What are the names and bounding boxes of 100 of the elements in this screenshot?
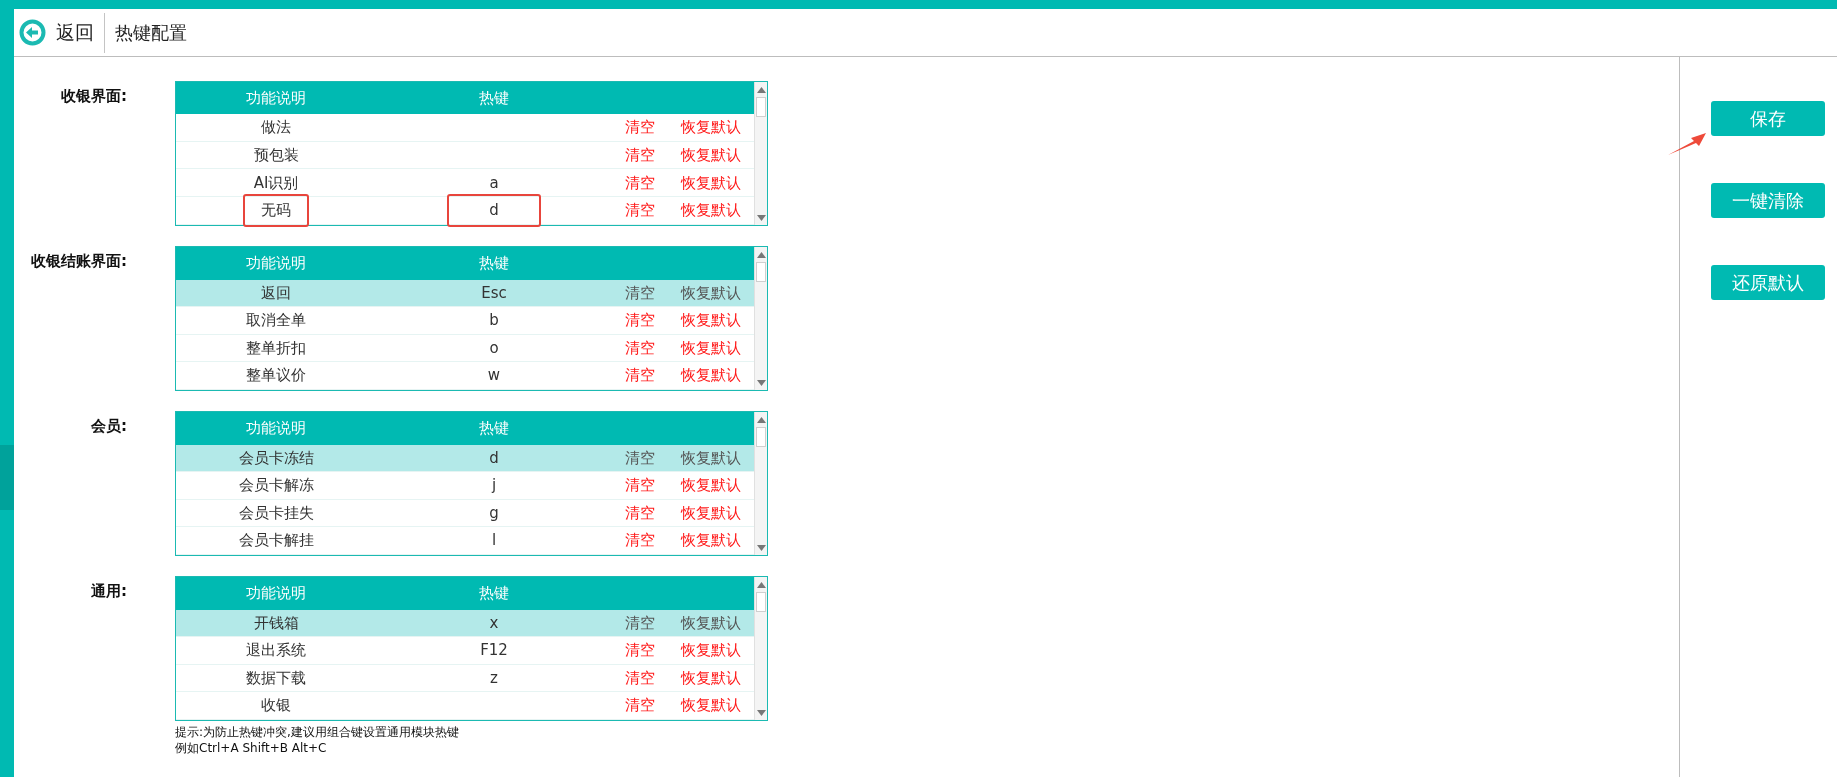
arrow-up-icon[interactable] [756,416,766,423]
scrollbar-thumb[interactable] [756,262,766,282]
function-name: 会员卡冻结 [238,447,314,469]
clear-link[interactable]: 清空 [625,281,655,305]
action-button[interactable]: 保存 [1711,101,1825,136]
column-header: 功能说明 [246,418,306,439]
arrow-up-icon[interactable] [756,251,766,258]
function-name: 会员卡解冻 [238,475,314,497]
clear-link[interactable]: 清空 [625,116,655,139]
clear-link[interactable]: 清空 [625,474,655,497]
sidebar-highlight [0,445,14,510]
function-name: 预包装 [253,144,299,166]
reset-default-link[interactable]: 恢复默认 [681,199,741,222]
reset-default-link[interactable]: 恢复默认 [681,639,741,662]
column-header: 功能说明 [246,87,306,109]
function-name: 无码 [243,194,309,227]
column-header: 功能说明 [246,583,306,604]
reset-default-link[interactable]: 恢复默认 [681,336,741,360]
reset-default-link[interactable]: 恢复默认 [681,474,741,497]
function-name: AI识别 [253,172,299,194]
table-row[interactable]: 返回 Esc 清空 恢复默认 [176,279,754,308]
function-name: 会员卡解挂 [238,530,314,552]
clear-link[interactable]: 清空 [625,639,655,662]
clear-link[interactable]: 清空 [625,694,655,717]
arrow-up-icon[interactable] [756,581,766,588]
hotkey-value: l [491,530,497,552]
hotkey-value: F12 [480,640,508,662]
function-name: 会员卡挂失 [238,502,314,524]
clear-link[interactable]: 清空 [625,529,655,552]
clear-link[interactable]: 清空 [625,501,655,525]
reset-default-link[interactable]: 恢复默认 [681,116,741,139]
arrow-down-icon[interactable] [756,544,766,551]
arrow-down-icon[interactable] [756,709,766,716]
reset-default-link[interactable]: 恢复默认 [681,309,741,332]
hotkey-value: d [489,447,499,469]
clear-link[interactable]: 清空 [625,309,655,332]
reset-default-link[interactable]: 恢复默认 [681,171,741,194]
hotkey-value: Esc [481,282,507,304]
arrow-up-icon[interactable] [756,86,766,93]
clear-link[interactable]: 清空 [625,336,655,360]
clear-link[interactable]: 清空 [625,143,655,167]
table-row[interactable]: 无码 d 清空 恢复默认 [176,197,754,225]
reset-default-link[interactable]: 恢复默认 [681,281,741,305]
function-name: 数据下载 [246,667,306,689]
column-header: 功能说明 [246,253,306,274]
hotkey-value: z [490,667,498,689]
scrollbar[interactable] [754,82,767,225]
scrollbar[interactable] [754,412,767,555]
function-name: 开钱箱 [253,612,299,634]
column-header: 热键 [479,87,509,109]
column-header: 热键 [479,418,509,439]
function-name: 整单折扣 [246,337,306,359]
clear-link[interactable]: 清空 [625,446,655,470]
clear-link[interactable]: 清空 [625,171,655,194]
function-name: 收银 [261,695,291,717]
hint-text: 提示:为防止热键冲突,建议用组合键设置通用模块热键 [175,724,460,740]
reset-default-link[interactable]: 恢复默认 [681,611,741,635]
reset-default-link[interactable]: 恢复默认 [681,529,741,552]
arrow-down-icon[interactable] [756,214,766,221]
scrollbar-thumb[interactable] [756,97,766,117]
clear-link[interactable]: 清空 [625,199,655,222]
function-name: 取消全单 [246,310,306,332]
reset-default-link[interactable]: 恢复默认 [681,666,741,690]
arrow-down-icon[interactable] [756,379,766,386]
column-header: 热键 [479,583,509,604]
reset-default-link[interactable]: 恢复默认 [681,143,741,167]
hotkey-value: w [487,365,501,387]
hotkey-value: d [447,194,541,227]
scrollbar-thumb[interactable] [756,427,766,447]
scrollbar-thumb[interactable] [756,592,766,612]
table-row[interactable]: 会员卡冻结 d 清空 恢复默认 [176,444,754,473]
reset-default-link[interactable]: 恢复默认 [681,501,741,525]
hotkey-value: o [489,337,499,359]
section-label: 会员: [91,416,127,437]
scrollbar[interactable] [754,247,767,390]
hotkey-value: a [489,172,499,194]
clear-link[interactable]: 清空 [625,666,655,690]
back-button[interactable]: 返回 [19,12,105,53]
hotkey-value: b [489,310,499,332]
section-label: 收银结账界面: [31,251,127,272]
table-row[interactable]: 开钱箱 x 清空 恢复默认 [176,609,754,638]
function-name: 退出系统 [246,640,306,662]
scrollbar[interactable] [754,577,767,720]
reset-default-link[interactable]: 恢复默认 [681,694,741,717]
function-name: 整单议价 [246,365,306,387]
section-label: 收银界面: [61,86,127,107]
action-button[interactable]: 一键清除 [1711,183,1825,218]
section-label: 通用: [91,581,127,602]
column-header: 热键 [479,253,509,274]
hotkey-value: x [489,612,499,634]
hint-text: 例如Ctrl+A Shift+B Alt+C [175,740,328,756]
hotkey-value: g [489,502,499,524]
hotkey-value: j [491,475,497,497]
function-name: 返回 [261,282,291,304]
clear-link[interactable]: 清空 [625,364,655,387]
reset-default-link[interactable]: 恢复默认 [681,364,741,387]
clear-link[interactable]: 清空 [625,611,655,635]
reset-default-link[interactable]: 恢复默认 [681,446,741,470]
function-name: 做法 [261,117,291,139]
action-button[interactable]: 还原默认 [1711,265,1825,300]
